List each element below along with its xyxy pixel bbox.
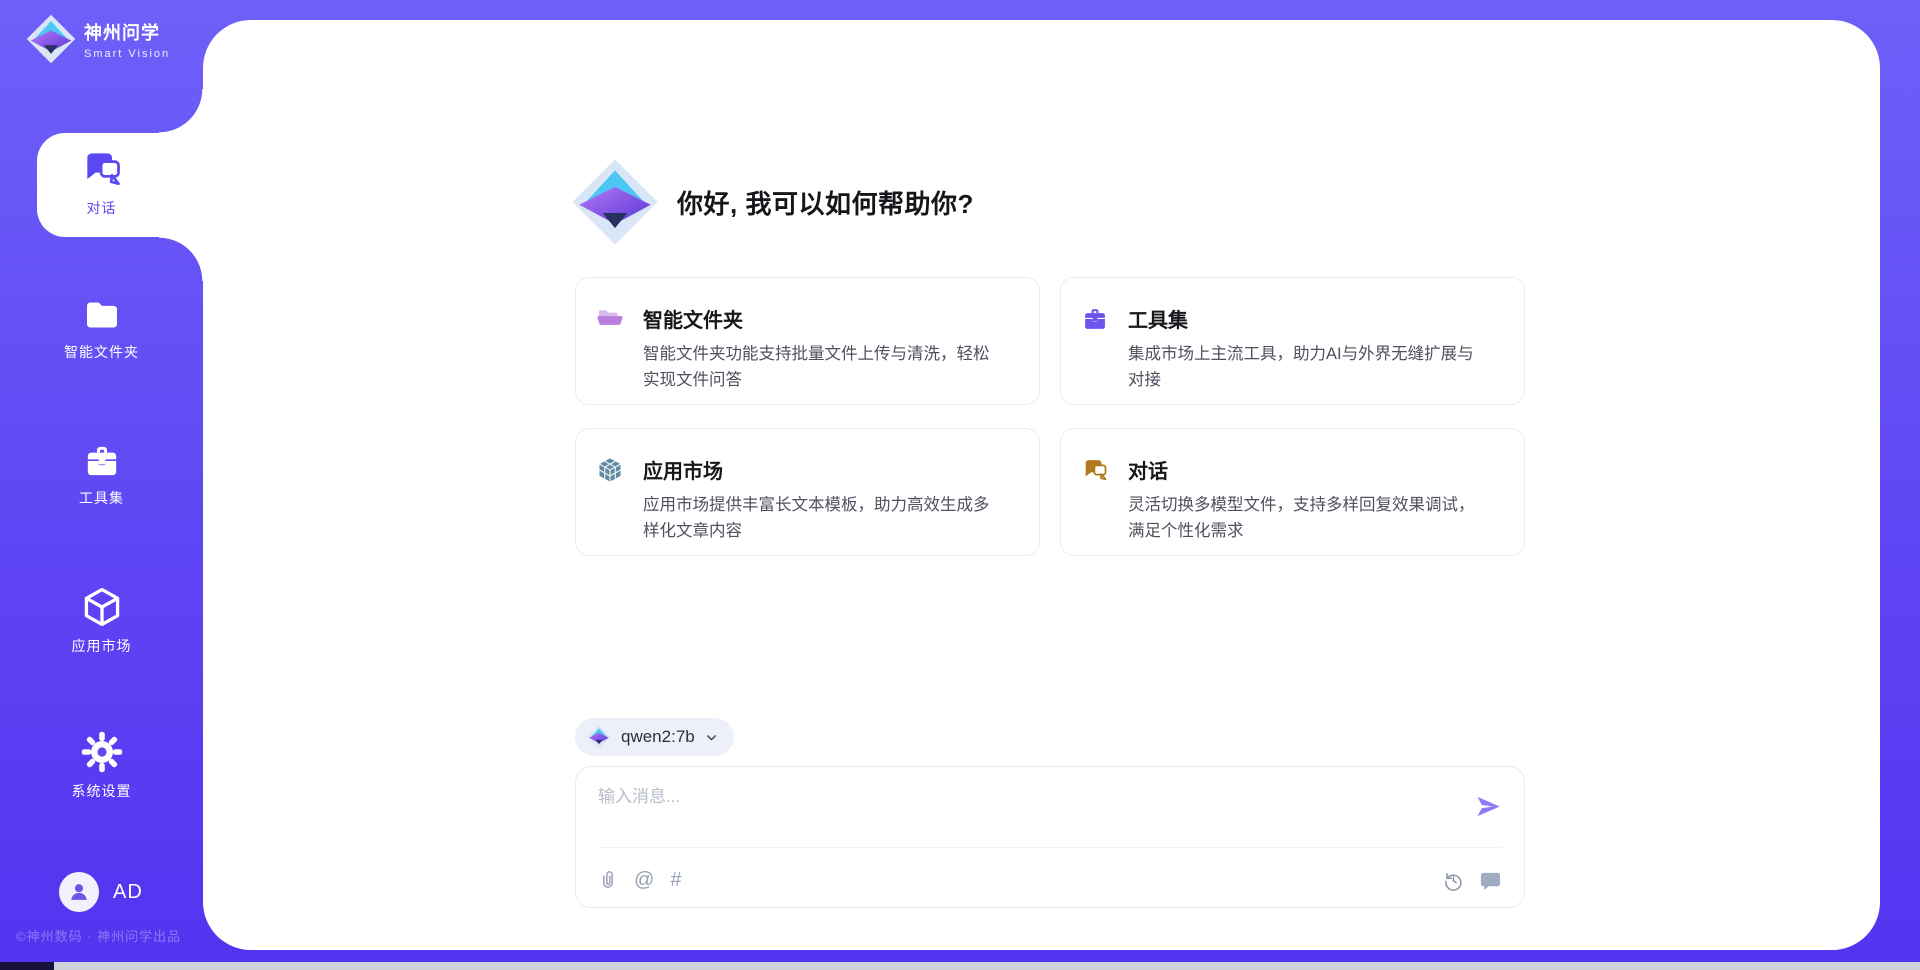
card-description: 应用市场提供丰富长文本模板，助力高效生成多样化文章内容 [643, 493, 1005, 544]
mention-icon[interactable]: @ [634, 870, 654, 890]
model-diamond-icon [587, 725, 611, 749]
card-title: 应用市场 [643, 455, 1015, 484]
brand-logo: 神州问学 Smart Vision [26, 14, 170, 64]
main-content-panel: 你好, 我可以如何帮助你? 智能文件夹 智能文件夹功能支持批量文件上传与清洗，轻… [203, 20, 1880, 950]
toolbox-icon [1081, 305, 1109, 333]
send-icon[interactable] [1475, 793, 1502, 820]
user-account[interactable]: AD [59, 872, 143, 912]
sidebar-item-label: 智能文件夹 [0, 342, 203, 362]
folder-icon [82, 295, 122, 335]
folder-open-icon [596, 305, 624, 333]
avatar [59, 872, 99, 912]
gear-icon [80, 730, 124, 774]
sidebar-item-smart-folder[interactable]: 智能文件夹 [0, 295, 203, 362]
assistant-diamond-icon [571, 158, 659, 246]
composer-right-actions [1443, 869, 1502, 892]
sidebar: 神州问学 Smart Vision 对话 智能文件夹 工具集 应用市场 [0, 0, 203, 962]
sidebar-item-chat[interactable]: 对话 [0, 147, 203, 218]
history-icon[interactable] [1443, 870, 1464, 891]
attachment-icon[interactable] [598, 870, 618, 890]
quick-reply-icon[interactable] [1479, 869, 1502, 892]
chevron-down-icon [705, 731, 718, 744]
user-initials: AD [113, 881, 143, 904]
app-market-icon [596, 456, 624, 484]
copyright-text: ©神州数码 · 神州问学出品 [16, 926, 181, 945]
card-description: 灵活切换多模型文件，支持多样回复效果调试，满足个性化需求 [1128, 493, 1490, 544]
chat-icon [80, 147, 124, 191]
card-description: 智能文件夹功能支持批量文件上传与清洗，轻松实现文件问答 [643, 342, 1005, 393]
sidebar-item-app-market[interactable]: 应用市场 [0, 585, 203, 656]
brand-subtitle: Smart Vision [84, 48, 170, 60]
feature-cards: 智能文件夹 智能文件夹功能支持批量文件上传与清洗，轻松实现文件问答 工具集 集成… [575, 277, 1525, 556]
cube-icon [80, 585, 124, 629]
sidebar-item-toolset[interactable]: 工具集 [0, 441, 203, 508]
card-title: 智能文件夹 [643, 304, 1015, 333]
card-chat[interactable]: 对话 灵活切换多模型文件，支持多样回复效果调试，满足个性化需求 [1060, 428, 1525, 556]
brand-name: 神州问学 [84, 19, 170, 45]
person-icon [66, 879, 92, 905]
greeting-block: 你好, 我可以如何帮助你? [571, 158, 974, 246]
card-description: 集成市场上主流工具，助力AI与外界无缝扩展与对接 [1128, 342, 1490, 393]
card-title: 工具集 [1128, 304, 1500, 333]
sidebar-item-label: 应用市场 [0, 636, 203, 656]
card-toolset[interactable]: 工具集 集成市场上主流工具，助力AI与外界无缝扩展与对接 [1060, 277, 1525, 405]
sidebar-item-label: 对话 [0, 198, 203, 218]
card-smart-folder[interactable]: 智能文件夹 智能文件夹功能支持批量文件上传与清洗，轻松实现文件问答 [575, 277, 1040, 405]
sidebar-item-label: 系统设置 [0, 781, 203, 801]
composer-actions: @ # [598, 870, 681, 890]
hashtag-icon[interactable]: # [670, 870, 681, 890]
chat-icon [1081, 456, 1109, 484]
toolbox-icon [82, 441, 122, 481]
message-composer: @ # [575, 766, 1525, 908]
composer-divider [598, 847, 1502, 848]
bottom-edge-strip-dark [0, 962, 54, 970]
model-name: qwen2:7b [621, 727, 695, 747]
sidebar-item-settings[interactable]: 系统设置 [0, 730, 203, 801]
message-input[interactable] [598, 787, 1428, 807]
sidebar-item-label: 工具集 [0, 488, 203, 508]
bottom-edge-strip [0, 962, 1920, 970]
card-title: 对话 [1128, 455, 1500, 484]
brand-diamond-icon [26, 14, 76, 64]
greeting-title: 你好, 我可以如何帮助你? [677, 184, 974, 221]
card-app-market[interactable]: 应用市场 应用市场提供丰富长文本模板，助力高效生成多样化文章内容 [575, 428, 1040, 556]
model-selector[interactable]: qwen2:7b [575, 718, 734, 756]
